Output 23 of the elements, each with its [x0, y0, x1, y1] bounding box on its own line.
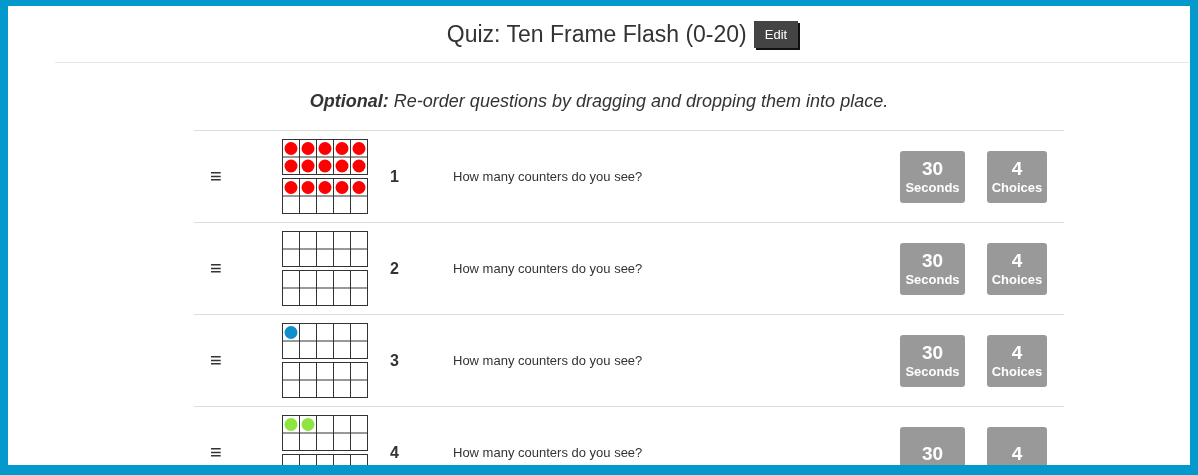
seconds-badge: 30 Seconds [900, 334, 965, 387]
drag-handle[interactable]: ≡ [210, 165, 258, 188]
choices-badge: 4 Choices [987, 242, 1047, 295]
question-text: How many counters do you see? [453, 445, 644, 460]
question-text: How many counters do you see? [453, 169, 644, 184]
drag-handle[interactable]: ≡ [210, 441, 258, 464]
drag-handle[interactable]: ≡ [210, 257, 258, 280]
question-text: How many counters do you see? [453, 261, 644, 276]
question-number: 2 [390, 259, 400, 278]
seconds-badge: 30 [900, 426, 965, 465]
choices-badge: 4 [987, 426, 1047, 465]
drag-handle[interactable]: ≡ [210, 349, 258, 372]
choices-badge: 4 Choices [987, 334, 1047, 387]
seconds-badge: 30 Seconds [900, 150, 965, 203]
instructions-text: Optional: Re-order questions by dragging and dropping them into place. [308, 91, 890, 112]
choices-badge: 4 Choices [987, 150, 1047, 203]
question-number: 1 [390, 167, 400, 186]
seconds-badge: 30 Seconds [900, 242, 965, 295]
question-number: 4 [390, 443, 400, 462]
edit-button[interactable]: Edit [753, 20, 799, 48]
quiz-title: Quiz: Ten Frame Flash (0-20) [446, 20, 747, 48]
question-number: 3 [390, 351, 400, 370]
question-text: How many counters do you see? [453, 353, 644, 368]
